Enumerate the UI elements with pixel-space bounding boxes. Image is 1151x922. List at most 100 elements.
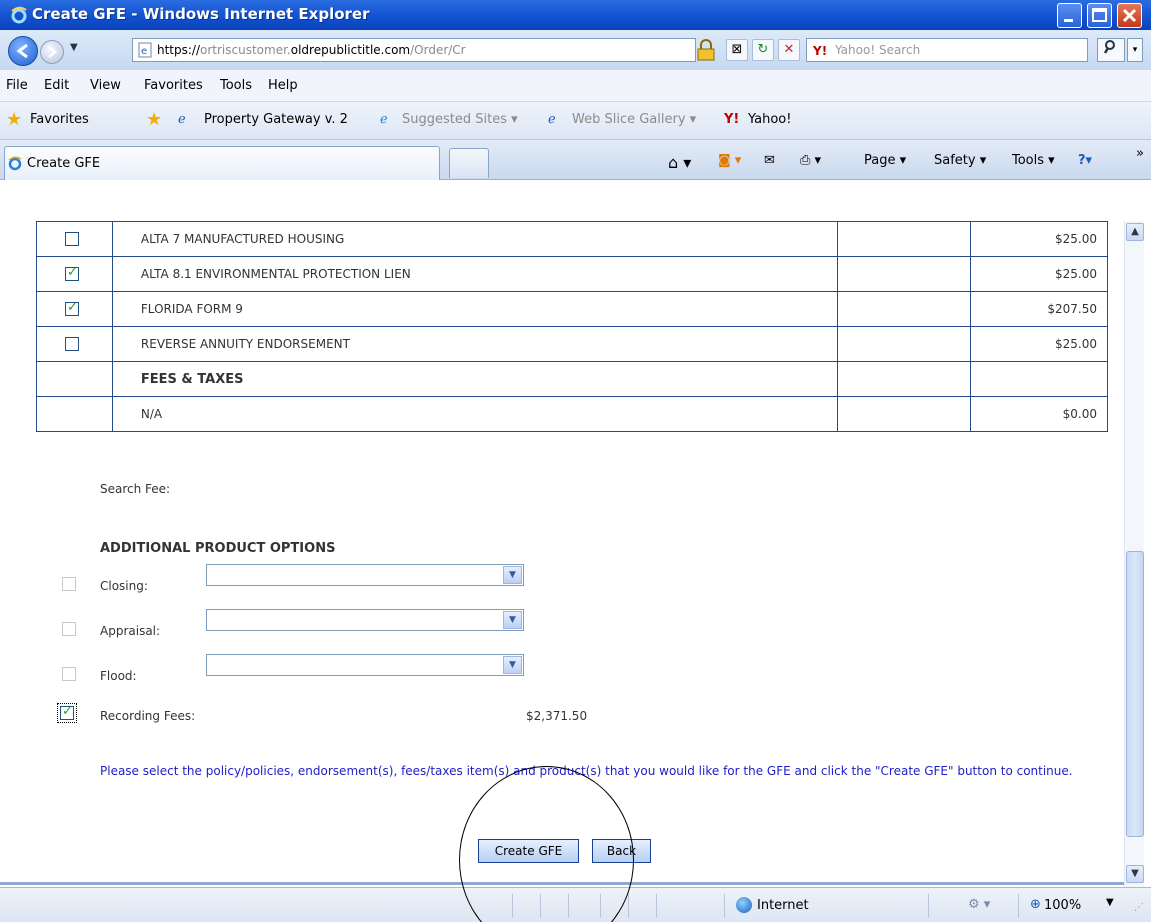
blank-cell — [837, 361, 972, 397]
compatibility-view-icon[interactable]: ⊠ — [726, 39, 748, 61]
address-input[interactable]: e https://ortriscustomer.oldrepublictitl… — [132, 38, 696, 62]
checkbox-cell — [36, 256, 113, 292]
favorites-star-icon: ★ — [6, 109, 23, 130]
chevron-more-icon[interactable]: » — [1136, 146, 1144, 161]
closing-checkbox[interactable] — [62, 577, 76, 591]
status-bar: Internet ⚙ ▾ ⊕ 100% ▼ ⋰ — [0, 887, 1151, 922]
create-gfe-button[interactable]: Create GFE — [478, 839, 579, 863]
menu-favorites[interactable]: Favorites — [144, 78, 203, 93]
appraisal-select[interactable]: ▼ — [206, 609, 524, 631]
search-options-button[interactable]: ▾ — [1127, 38, 1143, 62]
status-separator — [512, 894, 513, 918]
menu-file[interactable]: File — [6, 78, 28, 93]
endorsement-price: $25.00 — [970, 221, 1108, 257]
scroll-up-button[interactable]: ▲ — [1126, 223, 1144, 241]
flood-select[interactable]: ▼ — [206, 654, 524, 676]
resize-grip-icon[interactable]: ⋰ — [1134, 902, 1144, 913]
endorsement-checkbox[interactable] — [65, 232, 79, 246]
stop-icon[interactable]: ✕ — [778, 39, 800, 61]
status-separator — [568, 894, 569, 918]
flood-checkbox[interactable] — [62, 667, 76, 681]
web-slice-icon: ℯ — [548, 112, 556, 127]
globe-icon — [736, 897, 752, 913]
endorsements-table: ALTA 7 MANUFACTURED HOUSING $25.00 ALTA … — [36, 221, 1108, 432]
status-separator — [724, 894, 725, 918]
blank-cell — [837, 221, 972, 257]
blank-cell — [837, 291, 972, 327]
back-nav-button[interactable] — [8, 36, 38, 66]
favorites-button[interactable]: Favorites — [30, 112, 89, 127]
back-button[interactable]: Back — [592, 839, 651, 863]
menu-help[interactable]: Help — [268, 78, 298, 93]
svg-text:e: e — [141, 46, 147, 57]
endorsement-price: $25.00 — [970, 256, 1108, 292]
favorite-suggested-sites[interactable]: Suggested Sites ▾ — [402, 112, 518, 127]
appraisal-label: Appraisal: — [100, 624, 161, 638]
scroll-thumb[interactable] — [1126, 551, 1144, 837]
recent-pages-dropdown-icon[interactable]: ▼ — [70, 42, 78, 53]
window-title-bar[interactable]: Create GFE - Windows Internet Explorer — [0, 0, 1151, 30]
zoom-dropdown-icon[interactable]: ▼ — [1106, 897, 1114, 908]
zoom-level[interactable]: 100% — [1044, 898, 1081, 913]
close-window-button[interactable] — [1117, 3, 1142, 28]
url-protocol: https:// — [157, 43, 201, 57]
zoom-magnifier-icon: ⊕ — [1030, 897, 1041, 912]
endorsement-checkbox[interactable] — [65, 300, 79, 316]
print-icon[interactable]: ⎙ ▾ — [800, 153, 821, 168]
tab-create-gfe[interactable]: Create GFE — [4, 146, 440, 180]
chevron-down-icon: ▼ — [503, 566, 522, 584]
mail-icon[interactable]: ✉ — [764, 153, 775, 168]
suggested-sites-icon: ℯ — [380, 112, 388, 127]
vertical-scrollbar[interactable]: ▲ ▼ — [1124, 221, 1144, 887]
content-bottom-divider — [0, 882, 1124, 885]
endorsement-label: ALTA 7 MANUFACTURED HOUSING — [111, 221, 839, 257]
maximize-icon — [1092, 8, 1107, 22]
help-icon[interactable]: ?▾ — [1078, 153, 1092, 168]
instructions-text: Please select the policy/policies, endor… — [100, 764, 1073, 778]
minimize-icon — [1064, 19, 1073, 22]
closing-select[interactable]: ▼ — [206, 564, 524, 586]
lock-icon[interactable] — [694, 39, 718, 61]
checkbox-cell — [36, 221, 113, 257]
endorsement-checkbox[interactable] — [65, 337, 79, 351]
home-icon[interactable]: ⌂ ▾ — [668, 153, 691, 172]
minimize-button[interactable] — [1057, 3, 1082, 28]
menu-tools[interactable]: Tools — [220, 78, 252, 93]
table-row: REVERSE ANNUITY ENDORSEMENT $25.00 — [36, 326, 1108, 362]
endorsement-checkbox[interactable] — [65, 265, 79, 281]
status-separator — [928, 894, 929, 918]
search-input[interactable]: Y! Yahoo! Search — [806, 38, 1088, 62]
appraisal-checkbox[interactable] — [62, 622, 76, 636]
yahoo-fav-icon: Y! — [724, 112, 740, 127]
menu-view[interactable]: View — [90, 78, 121, 93]
security-zone[interactable]: Internet — [757, 898, 809, 913]
feeds-icon[interactable]: ◙ ▾ — [718, 153, 741, 168]
status-separator — [1018, 894, 1019, 918]
favorite-yahoo[interactable]: Yahoo! — [748, 112, 791, 127]
blank-cell — [837, 326, 972, 362]
favorite-web-slice-gallery[interactable]: Web Slice Gallery ▾ — [572, 112, 696, 127]
favorite-property-gateway[interactable]: Property Gateway v. 2 — [204, 112, 348, 127]
refresh-icon[interactable]: ↻ — [752, 39, 774, 61]
yahoo-logo-icon: Y! — [813, 44, 828, 58]
add-favorites-icon[interactable]: ★ — [146, 110, 166, 130]
new-tab-button[interactable] — [449, 148, 489, 178]
search-button[interactable] — [1097, 38, 1125, 62]
scroll-down-button[interactable]: ▼ — [1126, 865, 1144, 883]
url-subdomain: ortriscustomer. — [200, 43, 291, 57]
menu-edit[interactable]: Edit — [44, 78, 69, 93]
protected-mode-icon[interactable]: ⚙ ▾ — [968, 897, 990, 912]
address-toolbar: ▼ e https://ortriscustomer.oldrepublicti… — [0, 30, 1151, 70]
safety-menu[interactable]: Safety ▾ — [934, 153, 986, 168]
menu-bar: File Edit View Favorites Tools Help — [0, 70, 1151, 102]
page-menu[interactable]: Page ▾ — [864, 153, 906, 168]
window-title: Create GFE - Windows Internet Explorer — [32, 5, 370, 23]
table-row: ALTA 7 MANUFACTURED HOUSING $25.00 — [36, 221, 1108, 257]
url-path: /Order/Cr — [410, 43, 466, 57]
page-icon: e — [138, 42, 152, 58]
tools-menu[interactable]: Tools ▾ — [1012, 153, 1055, 168]
forward-nav-button[interactable] — [40, 40, 64, 64]
maximize-button[interactable] — [1087, 3, 1112, 28]
status-separator — [656, 894, 657, 918]
recording-fees-checkbox[interactable] — [57, 703, 77, 723]
